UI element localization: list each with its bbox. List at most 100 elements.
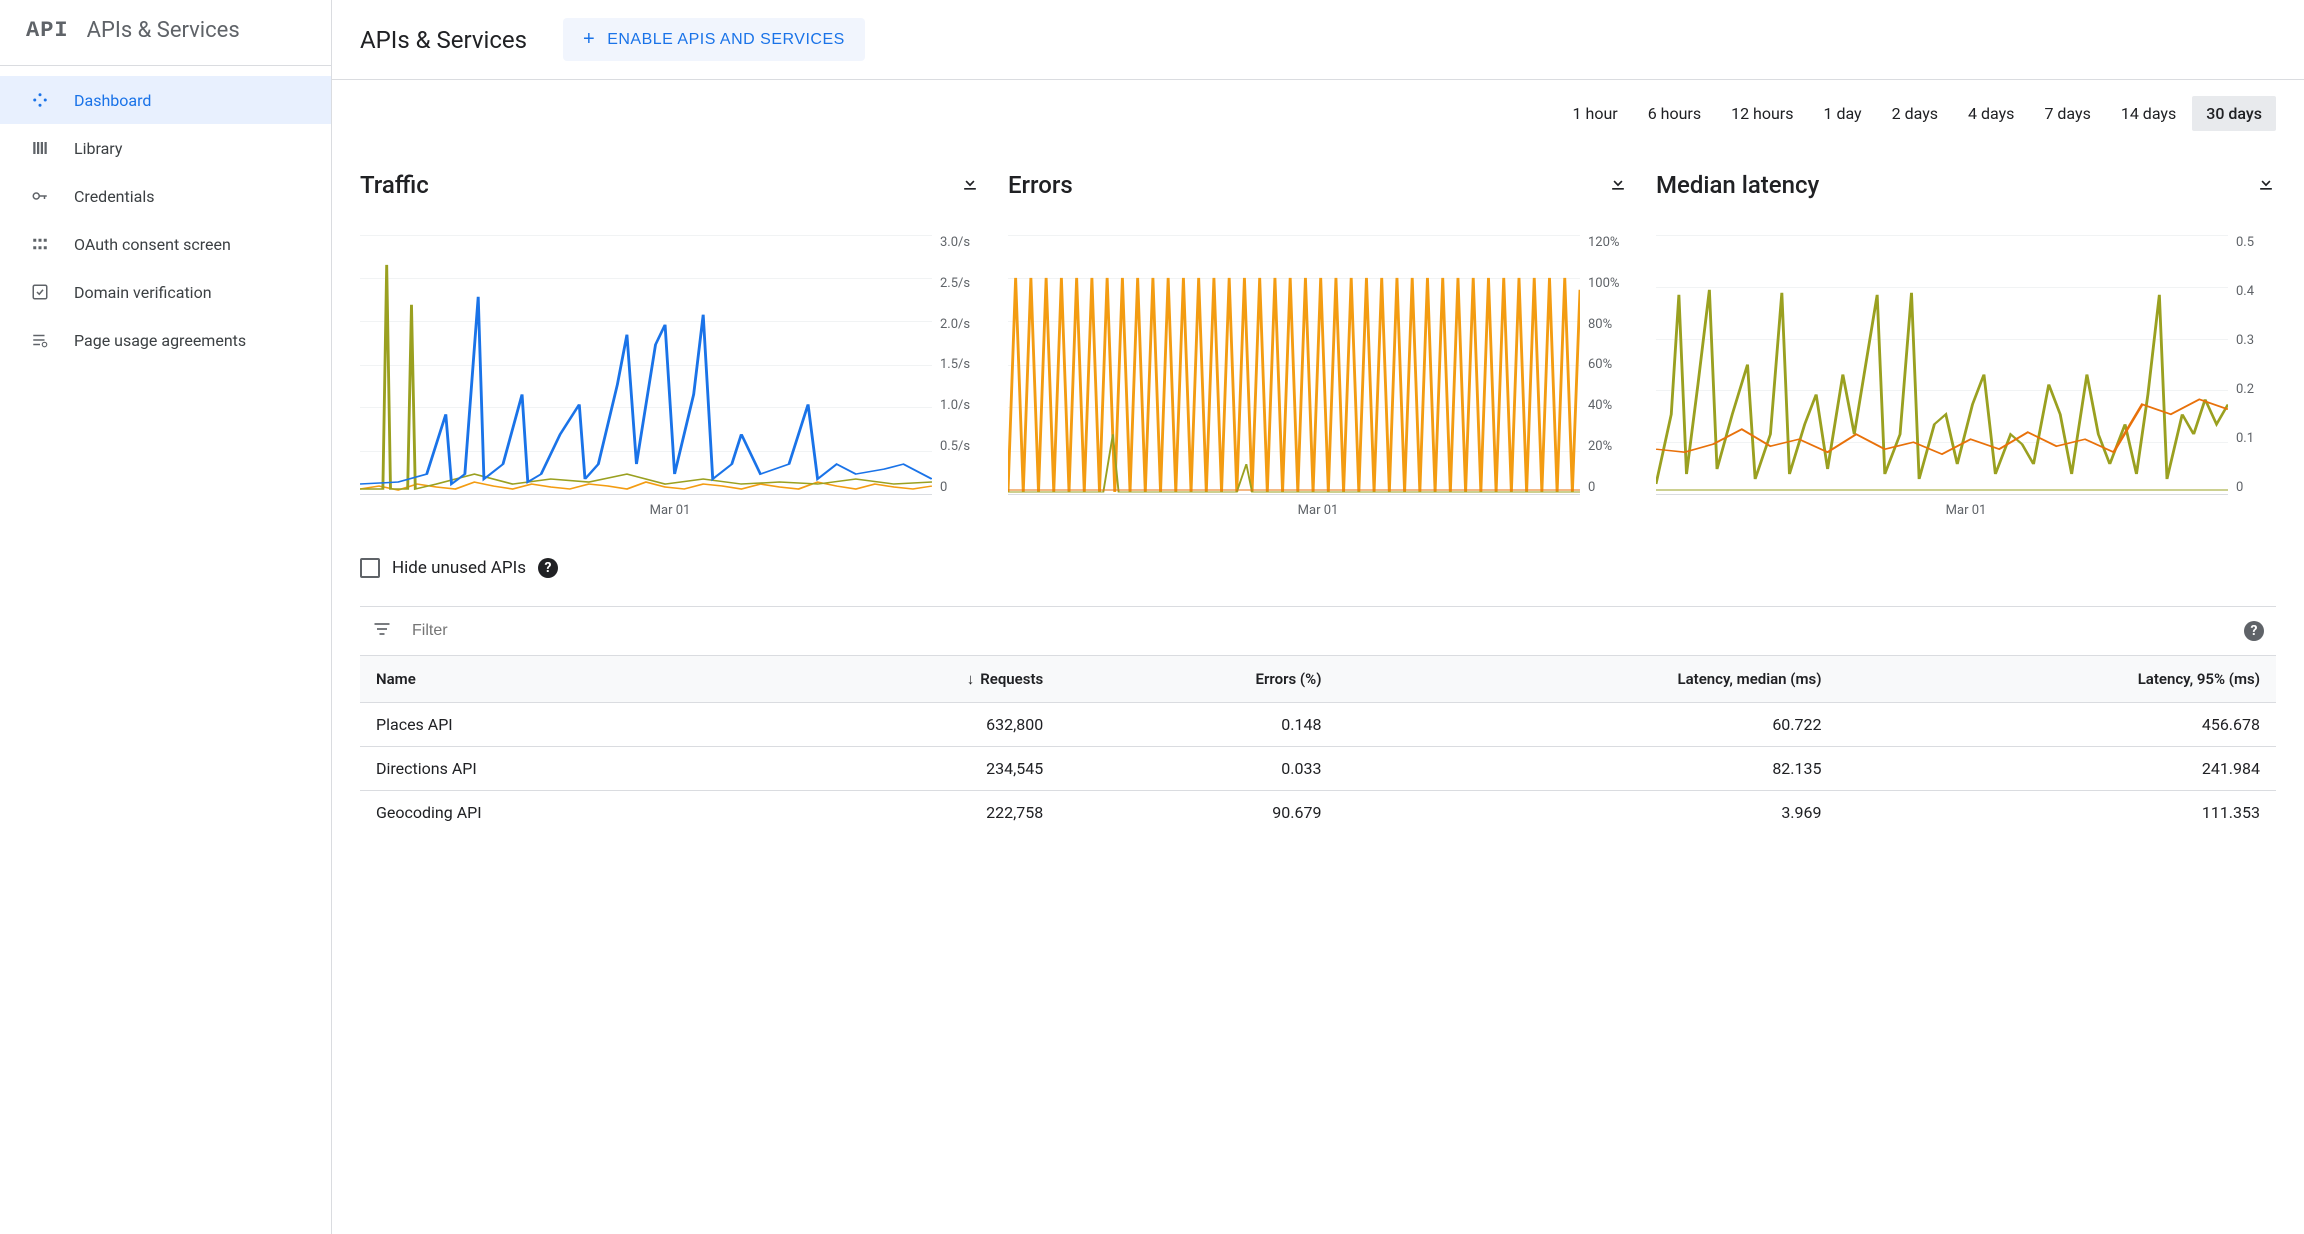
ytick: 0: [1588, 480, 1595, 495]
cell-requests: 234,545: [751, 747, 1059, 791]
ytick: 0: [940, 480, 947, 495]
column-errors[interactable]: Errors (%): [1059, 656, 1337, 703]
chart-xaxis: Mar 01: [1656, 495, 2276, 518]
ytick: 0.4: [2236, 284, 2254, 299]
ytick: 60%: [1588, 357, 1612, 372]
time-range-2days[interactable]: 2 days: [1878, 96, 1952, 131]
chart-latency: Median latency 0.5: [1656, 171, 2276, 518]
cell-latency-95: 456.678: [1838, 703, 2277, 747]
time-range-7days[interactable]: 7 days: [2030, 96, 2104, 131]
cell-errors: 0.148: [1059, 703, 1337, 747]
sidebar-item-label: Dashboard: [74, 91, 151, 110]
sidebar-item-label: OAuth consent screen: [74, 235, 231, 254]
time-range-6hours[interactable]: 6 hours: [1634, 96, 1715, 131]
main-content: APIs & Services + ENABLE APIS AND SERVIC…: [332, 0, 2304, 1234]
cell-errors: 0.033: [1059, 747, 1337, 791]
chart-yaxis: 0.5 0.4 0.3 0.2 0.1 0: [2228, 235, 2276, 495]
cell-errors: 90.679: [1059, 791, 1337, 835]
download-icon[interactable]: [1608, 173, 1628, 197]
column-latency-95[interactable]: Latency, 95% (ms): [1838, 656, 2277, 703]
cell-latency-95: 241.984: [1838, 747, 2277, 791]
ytick: 0.5/s: [940, 439, 970, 454]
download-icon[interactable]: [960, 173, 980, 197]
main-header: APIs & Services + ENABLE APIS AND SERVIC…: [332, 0, 2304, 80]
chart-title: Errors: [1008, 171, 1073, 199]
sidebar-item-oauth[interactable]: OAuth consent screen: [0, 220, 331, 268]
charts-row: Traffic 3.0/s: [332, 131, 2304, 538]
api-table: Name ↓Requests Errors (%) Latency, media…: [360, 655, 2276, 834]
sidebar-item-label: Domain verification: [74, 283, 212, 302]
table-row[interactable]: Places API 632,800 0.148 60.722 456.678: [360, 703, 2276, 747]
chart-errors: Errors 120%: [1008, 171, 1628, 518]
sidebar-item-page-usage[interactable]: Page usage agreements: [0, 316, 331, 364]
ytick: 100%: [1588, 276, 1619, 291]
time-range-14days[interactable]: 14 days: [2107, 96, 2190, 131]
chart-yaxis: 3.0/s 2.5/s 2.0/s 1.5/s 1.0/s 0.5/s 0: [932, 235, 980, 495]
chart-title: Median latency: [1656, 171, 1819, 199]
filter-input[interactable]: [412, 622, 619, 640]
time-range-selector: 1 hour 6 hours 12 hours 1 day 2 days 4 d…: [332, 80, 2304, 131]
help-icon[interactable]: ?: [538, 558, 558, 578]
cell-latency-median: 82.135: [1337, 747, 1837, 791]
check-square-icon: [30, 282, 50, 302]
ytick: 0: [2236, 480, 2243, 495]
key-icon: [30, 186, 50, 206]
table-header-row: Name ↓Requests Errors (%) Latency, media…: [360, 656, 2276, 703]
sidebar-item-label: Page usage agreements: [74, 331, 246, 350]
time-range-1hour[interactable]: 1 hour: [1559, 96, 1632, 131]
time-range-4days[interactable]: 4 days: [1954, 96, 2028, 131]
sidebar-header: API APIs & Services: [0, 0, 331, 66]
cell-name: Geocoding API: [360, 791, 751, 835]
cell-requests: 222,758: [751, 791, 1059, 835]
sidebar-item-domain-verification[interactable]: Domain verification: [0, 268, 331, 316]
ytick: 40%: [1588, 398, 1612, 413]
chart-xaxis: Mar 01: [360, 495, 980, 518]
product-logo: API: [26, 18, 69, 43]
ytick: 0.1: [2236, 431, 2254, 446]
chart-yaxis: 120% 100% 80% 60% 40% 20% 0: [1580, 235, 1628, 495]
sidebar-item-library[interactable]: Library: [0, 124, 331, 172]
sidebar-item-label: Library: [74, 139, 122, 158]
chart-plot: [1656, 235, 2228, 495]
filter-icon[interactable]: [372, 619, 392, 643]
chart-xaxis: Mar 01: [1008, 495, 1628, 518]
ytick: 2.0/s: [940, 317, 970, 332]
help-icon[interactable]: ?: [2244, 621, 2264, 641]
sidebar-nav: Dashboard Library Credentials OAuth cons…: [0, 66, 331, 1234]
time-range-1day[interactable]: 1 day: [1809, 96, 1875, 131]
cell-requests: 632,800: [751, 703, 1059, 747]
api-table-section: Hide unused APIs ? ? Name ↓Requests: [332, 538, 2304, 854]
time-range-30days[interactable]: 30 days: [2192, 96, 2276, 131]
sidebar: API APIs & Services Dashboard Library: [0, 0, 332, 1234]
column-latency-median[interactable]: Latency, median (ms): [1337, 656, 1837, 703]
cell-name: Directions API: [360, 747, 751, 791]
sidebar-item-dashboard[interactable]: Dashboard: [0, 76, 331, 124]
sort-down-icon: ↓: [967, 670, 975, 688]
ytick: 0.5: [2236, 235, 2254, 250]
chart-title: Traffic: [360, 171, 429, 199]
time-range-12hours[interactable]: 12 hours: [1717, 96, 1807, 131]
ytick: 80%: [1588, 317, 1612, 332]
hide-unused-checkbox[interactable]: [360, 558, 380, 578]
table-row[interactable]: Directions API 234,545 0.033 82.135 241.…: [360, 747, 2276, 791]
sidebar-item-credentials[interactable]: Credentials: [0, 172, 331, 220]
dashboard-icon: [30, 90, 50, 110]
product-name: APIs & Services: [87, 18, 240, 43]
download-icon[interactable]: [2256, 173, 2276, 197]
column-name[interactable]: Name: [360, 656, 751, 703]
column-requests[interactable]: ↓Requests: [751, 656, 1059, 703]
ytick: 0.2: [2236, 382, 2254, 397]
ytick: 120%: [1588, 235, 1619, 250]
enable-button-label: ENABLE APIS AND SERVICES: [607, 31, 845, 49]
ytick: 1.5/s: [940, 357, 970, 372]
cell-latency-median: 3.969: [1337, 791, 1837, 835]
ytick: 1.0/s: [940, 398, 970, 413]
enable-apis-button[interactable]: + ENABLE APIS AND SERVICES: [563, 18, 865, 61]
ytick: 3.0/s: [940, 235, 970, 250]
table-row[interactable]: Geocoding API 222,758 90.679 3.969 111.3…: [360, 791, 2276, 835]
cell-latency-95: 111.353: [1838, 791, 2277, 835]
consent-icon: [30, 234, 50, 254]
ytick: 0.3: [2236, 333, 2254, 348]
page-title: APIs & Services: [360, 26, 527, 54]
ytick: 2.5/s: [940, 276, 970, 291]
